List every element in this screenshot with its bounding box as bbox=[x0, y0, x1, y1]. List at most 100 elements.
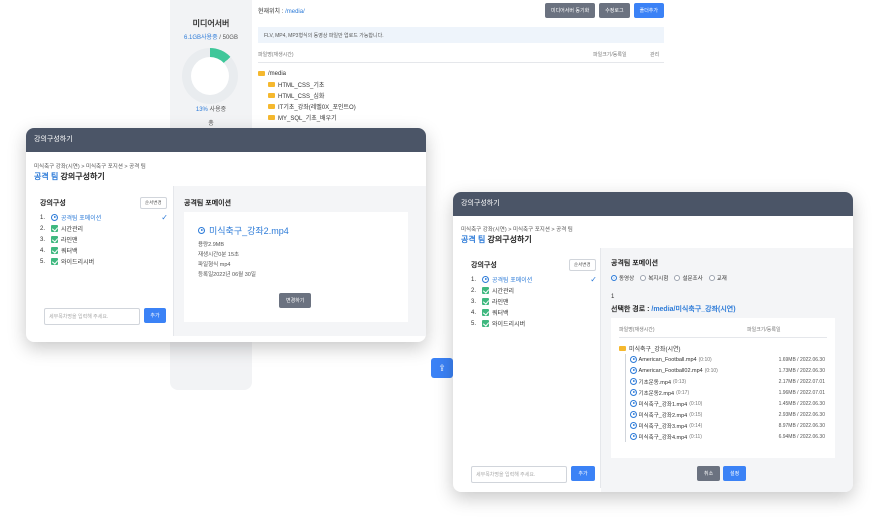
file-row[interactable]: 기초운동.mp4 (0:13) 2.17MB / 2022.07.01 bbox=[626, 376, 825, 387]
modal-title-rest: 강의구성하기 bbox=[58, 172, 105, 181]
edit-log-button[interactable]: 수정로그 bbox=[599, 3, 630, 18]
add-subtopic-button[interactable]: 추가 bbox=[144, 308, 166, 323]
modal-title: 공격 팀 강의구성하기 bbox=[461, 234, 532, 245]
add-folder-button[interactable]: 폴더추가 bbox=[633, 3, 664, 18]
folder-label: 미식축구_강좌(시연) bbox=[629, 347, 681, 353]
play-icon bbox=[198, 227, 205, 234]
folder-row[interactable]: 미식축구_강좌(시연) bbox=[619, 344, 681, 353]
folder-item[interactable]: MY_SQL_기초_배우기 bbox=[258, 112, 356, 123]
reorder-button[interactable]: 순서변경 bbox=[140, 197, 167, 209]
folder-icon bbox=[258, 71, 265, 76]
folder-root[interactable]: /media bbox=[258, 68, 356, 79]
lecture-item-label: 시간관리 bbox=[492, 289, 515, 295]
check-square-icon bbox=[51, 236, 58, 243]
folder-item-label: HTML_CSS_심화 bbox=[278, 94, 325, 100]
file-row-size: 1.69MB / 2022.06.30 bbox=[778, 356, 825, 363]
lecture-item[interactable]: 3. 라인맨 bbox=[471, 296, 597, 307]
radio-survey[interactable]: 설문조사 bbox=[674, 274, 703, 282]
lecture-item-number: 4. bbox=[471, 309, 477, 316]
upload-button[interactable]: ⇪ bbox=[431, 358, 453, 378]
file-row-size: 6.94MB / 2022.06.30 bbox=[778, 433, 825, 440]
file-row-duration: (0:10) bbox=[689, 400, 703, 407]
radio-dot bbox=[611, 275, 617, 281]
lecture-item-number: 1. bbox=[471, 276, 477, 283]
subtopic-input[interactable]: 세부목차명을 입력해 주세요. bbox=[44, 308, 140, 325]
modal-title-rest: 강의구성하기 bbox=[485, 235, 532, 244]
lecture-item[interactable]: 2. 시간관리 bbox=[471, 285, 597, 296]
lecture-item[interactable]: 1. 공격팀 포메이션 ✓ bbox=[40, 212, 168, 223]
file-row-name: 미식축구_강좌4.mp4 bbox=[638, 434, 688, 441]
file-row-size: 1.45MB / 2022.06.30 bbox=[778, 400, 825, 407]
file-row-name: 기초운동2.mp4 bbox=[638, 390, 675, 397]
radio-label: 동영상 bbox=[619, 276, 635, 282]
radio-textbook[interactable]: 교재 bbox=[708, 274, 727, 282]
folder-item[interactable]: HTML_CSS_심화 bbox=[258, 90, 356, 101]
folder-icon bbox=[268, 104, 275, 109]
radio-label: 교재 bbox=[716, 276, 727, 282]
lecture-item-label: 라인맨 bbox=[492, 300, 509, 306]
lecture-item-label: 시간관리 bbox=[61, 227, 84, 233]
radio-test[interactable]: 복지시험 bbox=[640, 274, 668, 282]
modal-title-highlight: 공격 팀 bbox=[461, 235, 486, 244]
add-subtopic-button[interactable]: 추가 bbox=[571, 466, 595, 481]
play-icon bbox=[630, 433, 637, 440]
file-row[interactable]: 미식축구_강좌3.mp4 (0:14) 8.97MB / 2022.06.30 bbox=[626, 420, 825, 431]
play-icon bbox=[51, 214, 58, 221]
change-button[interactable]: 변경하기 bbox=[279, 293, 312, 308]
file-format: 파일형식 mp4 bbox=[198, 262, 231, 268]
lecture-item[interactable]: 1. 공격팀 포메이션 ✓ bbox=[471, 274, 597, 285]
current-path-value: /media/ bbox=[285, 9, 305, 15]
cancel-button[interactable]: 취소 bbox=[697, 466, 721, 481]
folder-icon bbox=[268, 93, 275, 98]
lecture-item[interactable]: 5. 와이드리시버 bbox=[471, 318, 597, 329]
breadcrumb: 미식축구 강좌(시연) > 미식축구 포지션 > 공격 팀 bbox=[461, 227, 573, 233]
folder-item-label: HTML_CSS_기초 bbox=[278, 83, 325, 89]
confirm-button[interactable]: 설정 bbox=[723, 466, 747, 481]
lecture-item[interactable]: 5. 와이드리시버 bbox=[40, 256, 168, 267]
play-icon bbox=[630, 422, 637, 429]
lecture-item[interactable]: 4. 쿼터백 bbox=[40, 245, 168, 256]
file-row[interactable]: 미식축구_강좌1.mp4 (0:10) 1.45MB / 2022.06.30 bbox=[626, 398, 825, 409]
folder-item[interactable]: HTML_CSS_기초 bbox=[258, 79, 356, 90]
lecture-item-number: 5. bbox=[471, 320, 477, 327]
reorder-button[interactable]: 순서변경 bbox=[569, 259, 596, 271]
upload-notice: FLV, MP4, MP3형식의 동영상 파일만 업로드 가능합니다. bbox=[258, 27, 664, 43]
check-square-icon bbox=[51, 247, 58, 254]
play-icon bbox=[630, 411, 637, 418]
file-row[interactable]: American_Football.mp4 (0:10) 1.69MB / 2022… bbox=[626, 354, 825, 365]
radio-dot bbox=[674, 275, 681, 281]
lecture-item[interactable]: 3. 라인맨 bbox=[40, 234, 168, 245]
file-row[interactable]: 미식축구_강좌2.mp4 (0:15) 2.93MB / 2022.06.30 bbox=[626, 409, 825, 420]
file-row[interactable]: 기초운동2.mp4 (0:17) 1.96MB / 2022.07.01 bbox=[626, 387, 825, 398]
radio-dot bbox=[708, 275, 715, 281]
section-title: 공격팀 포메이션 bbox=[611, 260, 659, 267]
folder-item[interactable]: IT기초_강좌(레벨0X_포인트O) bbox=[258, 101, 356, 112]
breadcrumb: 미식축구 강좌(시연) > 미식축구 포지션 > 공격 팀 bbox=[34, 164, 146, 170]
file-size: 용량2.9MB bbox=[198, 242, 225, 248]
file-name: 미식축구_강좌2.mp4 bbox=[198, 224, 289, 237]
checkmark-icon: ✓ bbox=[590, 275, 597, 284]
play-icon bbox=[630, 389, 637, 396]
file-row-duration: (0:10) bbox=[698, 356, 712, 363]
file-row[interactable]: American_Football02.mp4 (0:10) 1.73MB / 20… bbox=[626, 365, 825, 376]
lecture-detail-panel: 공격팀 포메이션 동영상 복지시험 설문조사 교재 1 선택한 경로 : /me… bbox=[601, 248, 853, 492]
sync-button[interactable]: 미디어서버 동기화 bbox=[544, 3, 596, 18]
file-row-duration: (0:15) bbox=[689, 411, 703, 418]
file-row-size: 2.93MB / 2022.06.30 bbox=[778, 411, 825, 418]
subtopic-input[interactable]: 세부목차명을 입력해 주세요. bbox=[471, 466, 567, 483]
check-square-icon bbox=[482, 320, 489, 327]
file-row-name: 미식축구_강좌2.mp4 bbox=[638, 412, 688, 419]
lecture-item-number: 1. bbox=[40, 214, 46, 221]
file-row-size: 8.97MB / 2022.06.30 bbox=[778, 422, 825, 429]
lecture-item[interactable]: 4. 쿼터백 bbox=[471, 307, 597, 318]
selected-path-label: 선택한 경로 : bbox=[611, 306, 652, 313]
lecture-item-label: 쿼터백 bbox=[492, 311, 509, 317]
lecture-item-number: 4. bbox=[40, 247, 46, 254]
lecture-list-panel: 강의구성 순서변경 1. 공격팀 포메이션 ✓ 2. 시간관리 3. 라인맨 4… bbox=[34, 186, 174, 336]
check-square-icon bbox=[51, 258, 58, 265]
radio-video[interactable]: 동영상 bbox=[611, 274, 634, 282]
lecture-detail-panel: 공격팀 포메이션 미식축구_강좌2.mp4 용량2.9MB 재생시간0분 15초… bbox=[174, 186, 426, 336]
lecture-item[interactable]: 2. 시간관리 bbox=[40, 223, 168, 234]
file-row[interactable]: 미식축구_강좌4.mp4 (0:11) 6.94MB / 2022.06.30 bbox=[626, 431, 825, 442]
lecture-list-panel: 강의구성 순서변경 1. 공격팀 포메이션 ✓ 2. 시간관리 3. 라인맨 4… bbox=[461, 248, 601, 488]
